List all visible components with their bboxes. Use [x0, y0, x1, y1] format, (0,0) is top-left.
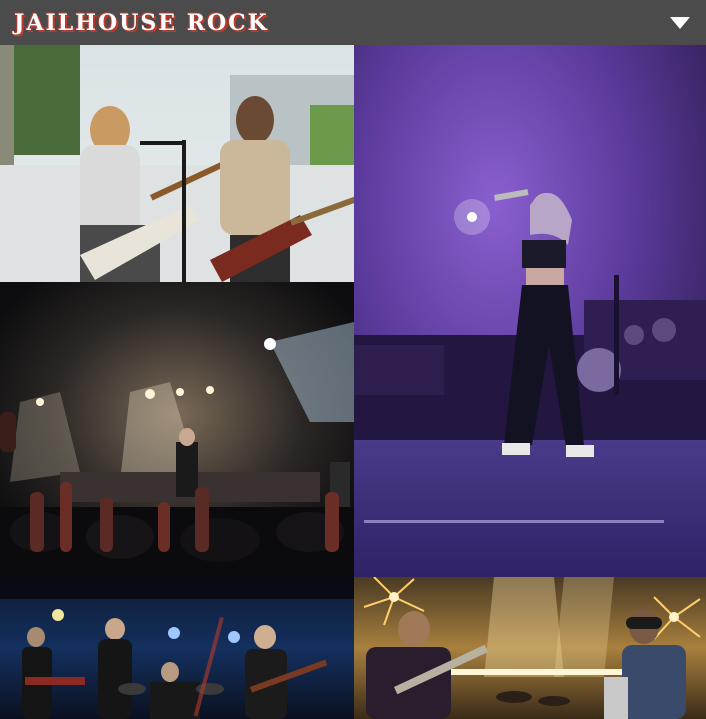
chevron-down-icon — [670, 16, 690, 29]
menu-toggle-button[interactable] — [668, 11, 692, 35]
photo-concert-crowd-hands[interactable] — [0, 282, 354, 577]
photo-singer-purple-stage[interactable] — [354, 45, 706, 577]
photo-duo-guitarists-outdoor[interactable] — [0, 45, 354, 282]
photo-gallery — [0, 45, 706, 719]
photo-band-blue-stage[interactable] — [0, 577, 354, 719]
app-header: JAILHOUSE ROCK — [0, 0, 706, 45]
photo-guitarists-sparklers[interactable] — [354, 577, 706, 719]
site-logo[interactable]: JAILHOUSE ROCK — [14, 10, 269, 36]
